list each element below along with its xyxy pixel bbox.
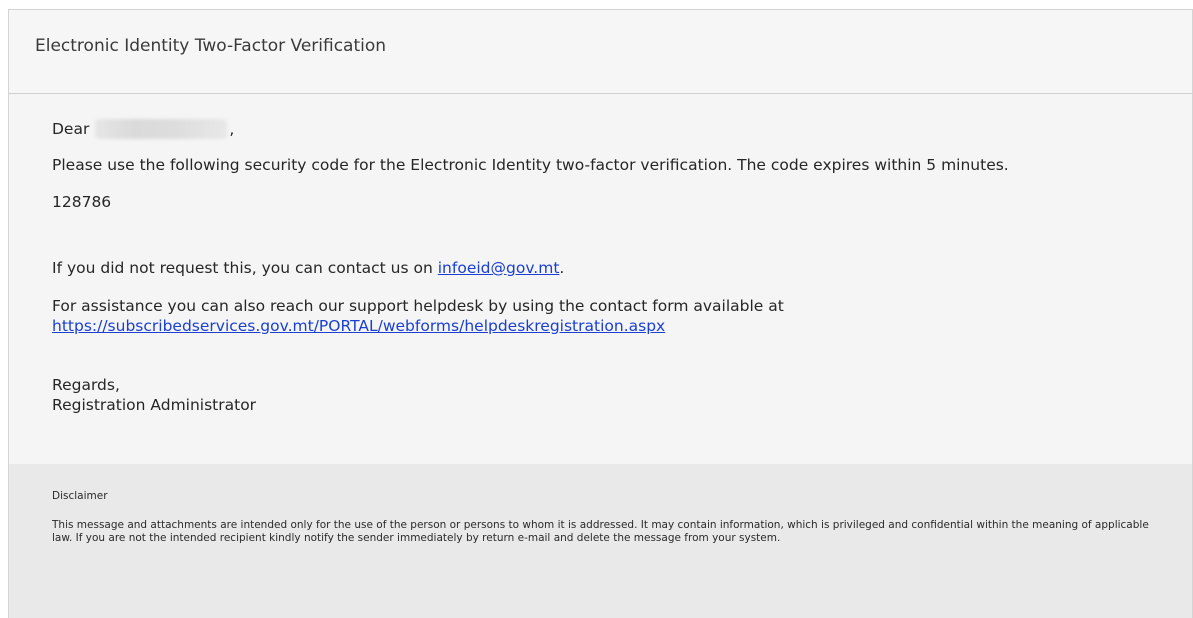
disclaimer-title: Disclaimer bbox=[52, 490, 108, 502]
assistance-paragraph: For assistance you can also reach our su… bbox=[52, 296, 1192, 336]
signature-text: Registration Administrator bbox=[52, 396, 257, 414]
contact-email-link[interactable]: infoeid@gov.mt bbox=[438, 259, 560, 277]
contact-text: If you did not request this, you can con… bbox=[52, 259, 433, 277]
sign-off: Regards, Registration Administrator bbox=[52, 375, 1192, 415]
disclaimer-section: Disclaimer This message and attachments … bbox=[9, 464, 1192, 618]
greeting-line: Dear , bbox=[52, 119, 1192, 139]
security-code: 128786 bbox=[52, 193, 112, 211]
instruction-text: Please use the following security code f… bbox=[52, 156, 1009, 174]
regards-text: Regards, bbox=[52, 376, 120, 394]
redacted-recipient-name bbox=[95, 119, 228, 139]
contact-suffix: . bbox=[559, 259, 565, 277]
email-message: Electronic Identity Two-Factor Verificat… bbox=[8, 9, 1193, 618]
disclaimer-text: This message and attachments are intende… bbox=[52, 519, 1149, 544]
email-body: Dear , Please use the following security… bbox=[9, 94, 1192, 464]
assistance-text: For assistance you can also reach our su… bbox=[52, 297, 784, 315]
email-title: Electronic Identity Two-Factor Verificat… bbox=[35, 35, 387, 56]
contact-line: If you did not request this, you can con… bbox=[52, 258, 1192, 278]
email-header: Electronic Identity Two-Factor Verificat… bbox=[9, 10, 1192, 94]
greeting-suffix: , bbox=[229, 120, 235, 138]
helpdesk-url-link[interactable]: https://subscribedservices.gov.mt/PORTAL… bbox=[52, 317, 665, 335]
greeting-prefix: Dear bbox=[52, 120, 90, 138]
